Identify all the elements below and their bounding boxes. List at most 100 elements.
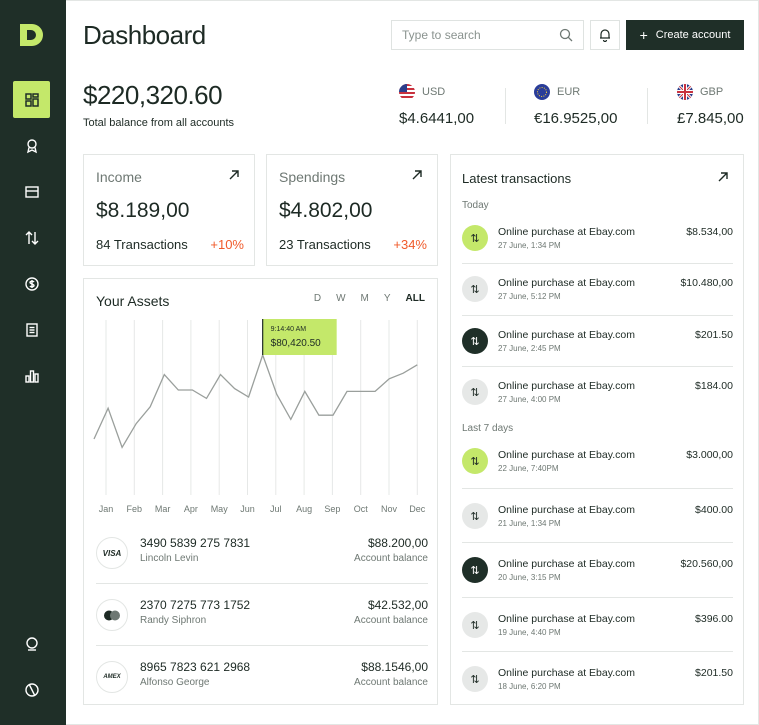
divider	[462, 542, 733, 543]
us-flag-icon	[399, 84, 415, 100]
arrow-up-right-icon[interactable]	[228, 169, 240, 181]
transfer-icon: ⇅	[462, 503, 488, 529]
sidebar-item-documents[interactable]	[13, 311, 50, 348]
arrow-up-right-icon[interactable]	[411, 169, 423, 181]
arrow-up-right-icon[interactable]	[717, 171, 729, 183]
divider	[647, 88, 648, 124]
sidebar-item-cards[interactable]	[13, 173, 50, 210]
amex-logo: AMEX	[96, 661, 128, 693]
sidebar-item-transfers[interactable]	[13, 219, 50, 256]
group-label-week: Last 7 days	[462, 423, 514, 434]
transaction-amount: $201.50	[695, 667, 733, 679]
account-balance-label: Account balance	[354, 553, 428, 564]
x-tick-label: Nov	[381, 504, 398, 514]
bar-chart-icon	[24, 369, 39, 383]
account-row[interactable]: AMEX 8965 7823 621 2968 Alfonso George $…	[96, 647, 428, 709]
x-tick-label: Feb	[127, 504, 143, 514]
divider	[96, 583, 428, 584]
income-transactions: 84 Transactions	[96, 237, 188, 252]
x-tick-label: May	[211, 504, 229, 514]
total-balance-label: Total balance from all accounts	[83, 117, 235, 129]
account-balance: $42.532,00	[367, 598, 428, 612]
account-number: 3490 5839 275 7831	[140, 536, 251, 550]
transfer-icon: ⇅	[462, 379, 488, 405]
transaction-amount: $10.480,00	[680, 277, 733, 289]
x-tick-label: Mar	[155, 504, 171, 514]
transaction-description: Online purchase at Ebay.com	[498, 504, 635, 516]
sidebar-item-dashboard[interactable]	[13, 81, 50, 118]
assets-title: Your Assets	[96, 293, 170, 309]
spendings-title: Spendings	[279, 169, 346, 185]
transfer-icon: ⇅	[462, 448, 488, 474]
transaction-description: Online purchase at Ebay.com	[498, 277, 635, 289]
x-tick-label: Dec	[409, 504, 426, 514]
account-balance: $88.200,00	[367, 536, 428, 550]
transfer-icon: ⇅	[462, 276, 488, 302]
notifications-button[interactable]	[590, 20, 620, 50]
transfer-icon: ⇅	[462, 328, 488, 354]
assets-chart[interactable]: Jan Feb Mar Apr May Jun Jul Aug Sep Oct Nov Dec 9:14…	[84, 315, 437, 519]
account-row[interactable]: VISA 3490 5839 275 7831 Lincoln Levin $8…	[96, 523, 428, 585]
currency-usd: USD $4.6441,00	[399, 84, 474, 127]
x-tick-label: Aug	[296, 504, 312, 514]
transaction-amount: $8.534,00	[686, 226, 733, 238]
transaction-date: 19 June, 4:40 PM	[498, 628, 561, 637]
sidebar-item-logout[interactable]	[13, 671, 50, 708]
transaction-amount: $184.00	[695, 380, 733, 392]
award-icon	[26, 138, 37, 153]
transactions-card: Latest transactions Today Last 7 days ⇅ O…	[450, 154, 744, 705]
sidebar	[0, 0, 66, 725]
period-d[interactable]: D	[314, 293, 321, 304]
income-change: +10%	[210, 237, 244, 252]
income-value: $8.189,00	[96, 199, 190, 222]
period-w[interactable]: W	[336, 293, 345, 304]
transaction-date: 21 June, 1:34 PM	[498, 519, 561, 528]
create-account-button[interactable]: + Create account	[626, 20, 744, 50]
transaction-amount: $201.50	[695, 329, 733, 341]
income-title: Income	[96, 169, 142, 185]
bell-icon	[600, 29, 610, 42]
search-input[interactable]: Type to search	[391, 20, 584, 50]
period-all[interactable]: ALL	[406, 293, 425, 304]
currency-code: USD	[422, 86, 446, 98]
transaction-description: Online purchase at Ebay.com	[498, 667, 635, 679]
currency-gbp: GBP £7.845,00	[677, 84, 744, 127]
divider	[462, 263, 733, 264]
sidebar-item-rewards[interactable]	[13, 127, 50, 164]
logout-icon	[24, 682, 39, 697]
transfer-icon: ⇅	[462, 612, 488, 638]
divider	[462, 597, 733, 598]
currency-value: £7.845,00	[677, 110, 744, 127]
x-tick-label: Apr	[184, 504, 198, 514]
dashboard-icon	[24, 92, 39, 107]
sidebar-item-profile[interactable]	[13, 625, 50, 662]
spendings-value: $4.802,00	[279, 199, 373, 222]
profile-icon	[25, 636, 38, 651]
uk-flag-icon	[677, 84, 693, 100]
transfer-icon: ⇅	[462, 666, 488, 692]
sidebar-item-payments[interactable]	[13, 265, 50, 302]
divider	[462, 315, 733, 316]
transaction-date: 27 June, 5:12 PM	[498, 292, 561, 301]
sidebar-item-analytics[interactable]	[13, 357, 50, 394]
divider	[505, 88, 506, 124]
plus-icon: +	[639, 27, 648, 43]
spendings-card[interactable]: Spendings $4.802,00 23 Transactions +34%	[266, 154, 438, 266]
period-y[interactable]: Y	[384, 293, 391, 304]
logo-icon[interactable]	[20, 24, 44, 46]
spendings-change: +34%	[393, 237, 427, 252]
account-row[interactable]: 2370 7275 773 1752 Randy Siphron $42.532…	[96, 585, 428, 647]
period-m[interactable]: M	[361, 293, 369, 304]
period-selector: D W M Y ALL	[314, 293, 425, 304]
divider	[462, 651, 733, 652]
eu-flag-icon	[534, 84, 550, 100]
account-holder: Randy Siphron	[140, 615, 207, 626]
create-account-label: Create account	[655, 29, 731, 41]
transaction-amount: $3.000,00	[686, 449, 733, 461]
transaction-description: Online purchase at Ebay.com	[498, 380, 635, 392]
income-card[interactable]: Income $8.189,00 84 Transactions +10%	[83, 154, 255, 266]
total-balance: $220,320.60	[83, 80, 223, 110]
mastercard-logo	[96, 599, 128, 631]
divider	[96, 645, 428, 646]
account-holder: Lincoln Levin	[140, 553, 199, 564]
